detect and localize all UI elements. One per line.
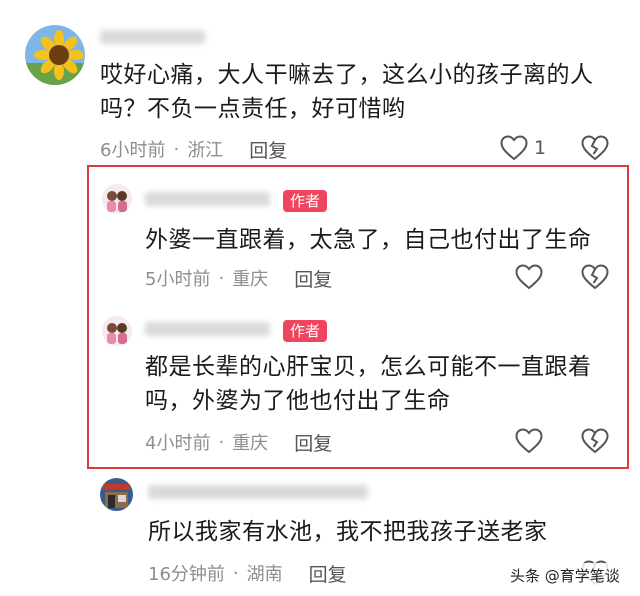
comment-text-line: 所以我家有水池，我不把我孩子送老家 <box>148 519 548 545</box>
heart-icon <box>500 135 528 161</box>
like-button[interactable] <box>515 264 543 290</box>
comment-text-line: 吗？不负一点责任，好可惜哟 <box>100 96 406 122</box>
reply-meta: 4小时前 · 重庆 回复 <box>145 429 332 455</box>
highlighted-reply-thread <box>87 165 629 469</box>
username[interactable] <box>145 322 270 336</box>
avatar[interactable] <box>102 184 132 214</box>
dislike-button[interactable] <box>581 135 609 161</box>
comment-time: 16分钟前 <box>148 564 225 585</box>
reply-meta: 5小时前 · 重庆 回复 <box>145 265 332 291</box>
reply-button[interactable]: 回复 <box>249 136 287 163</box>
comment-time: 5小时前 <box>145 269 211 290</box>
username[interactable] <box>145 192 270 206</box>
comment-meta: 6小时前 · 浙江 回复 <box>100 136 287 162</box>
family-photo-icon <box>102 184 132 214</box>
heart-icon <box>515 264 543 290</box>
comment-text-line: 外婆一直跟着，太急了，自己也付出了生命 <box>145 227 592 253</box>
reply-button[interactable]: 回复 <box>309 560 347 587</box>
dislike-button[interactable] <box>581 428 609 454</box>
meta-separator: · <box>218 267 225 289</box>
storefront-icon <box>100 478 133 511</box>
like-button[interactable] <box>515 428 543 454</box>
reply-text: 都是长辈的心肝宝贝，怎么可能不一直跟着 吗，外婆为了他也付出了生命 <box>145 350 620 418</box>
comment-text: 所以我家有水池，我不把我孩子送老家 <box>148 515 618 549</box>
comment-text-line: 都是长辈的心肝宝贝，怎么可能不一直跟着 <box>145 354 592 380</box>
avatar[interactable] <box>100 478 133 511</box>
author-badge: 作者 <box>283 190 328 212</box>
reply-button[interactable]: 回复 <box>294 265 332 292</box>
comment-location: 湖南 <box>246 564 283 585</box>
comment-time: 6小时前 <box>100 140 166 161</box>
meta-separator: · <box>218 431 225 453</box>
avatar[interactable] <box>25 25 85 85</box>
reply-text: 外婆一直跟着，太急了，自己也付出了生命 <box>145 223 615 257</box>
username[interactable] <box>100 30 205 44</box>
dislike-button[interactable] <box>581 264 609 290</box>
sunflower-icon <box>25 25 85 85</box>
watermark: 头条 @育学笔谈 <box>506 563 624 588</box>
meta-separator: · <box>173 138 180 160</box>
family-photo-icon <box>102 316 132 346</box>
comment-location: 浙江 <box>187 140 224 161</box>
like-button[interactable]: 1 <box>500 135 546 161</box>
comment-location: 重庆 <box>232 269 269 290</box>
username[interactable] <box>148 485 368 499</box>
avatar[interactable] <box>102 316 132 346</box>
broken-heart-icon <box>581 264 609 290</box>
author-badge: 作者 <box>283 320 328 342</box>
meta-separator: · <box>232 562 239 584</box>
comment-text-line: 哎好心痛，大人干嘛去了，这么小的孩子离的人 <box>100 62 594 88</box>
comment-location: 重庆 <box>232 433 269 454</box>
reply-button[interactable]: 回复 <box>294 429 332 456</box>
broken-heart-icon <box>581 428 609 454</box>
broken-heart-icon <box>581 135 609 161</box>
like-count: 1 <box>534 137 547 159</box>
comment-text-line: 吗，外婆为了他也付出了生命 <box>145 388 451 414</box>
comment-text: 哎好心痛，大人干嘛去了，这么小的孩子离的人 吗？不负一点责任，好可惜哟 <box>100 58 620 126</box>
comment-meta: 16分钟前 · 湖南 回复 <box>148 560 347 586</box>
comment-time: 4小时前 <box>145 433 211 454</box>
heart-icon <box>515 428 543 454</box>
